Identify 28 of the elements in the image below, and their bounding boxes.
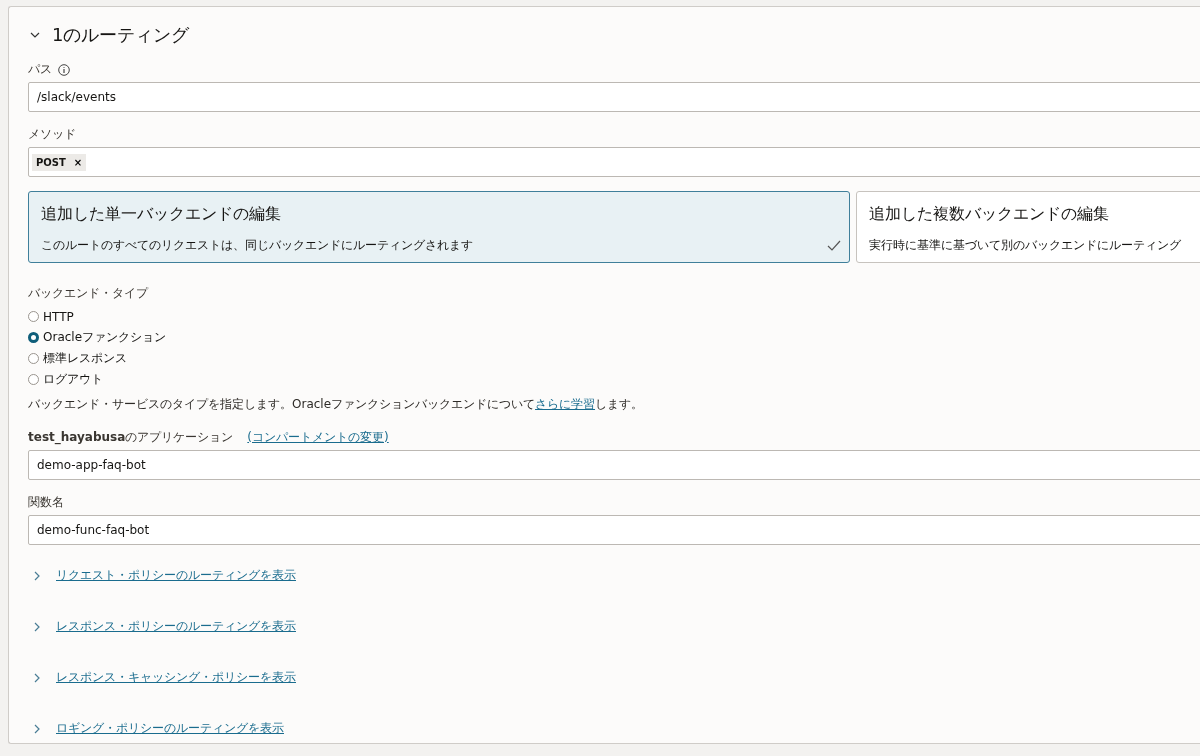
- section-toggle[interactable]: 1のルーティング: [28, 23, 190, 47]
- chevron-down-icon: [30, 30, 40, 40]
- radio-option[interactable]: HTTP: [28, 306, 1200, 327]
- check-icon: [827, 240, 841, 252]
- radio-option[interactable]: 標準レスポンス: [28, 348, 1200, 369]
- field-label: test_hayabusaのアプリケーション: [28, 429, 234, 446]
- input-field[interactable]: POST ×: [28, 147, 1200, 177]
- field-label: バックエンド・タイプ: [28, 285, 148, 302]
- method-tag: POST ×: [32, 153, 87, 171]
- info-icon[interactable]: [58, 63, 70, 76]
- option-card[interactable]: 追加した単一バックエンドの編集 このルートのすべてのリクエストは、同じバックエンドにルーティングされます: [28, 191, 850, 263]
- field-label: 関数名: [28, 494, 64, 511]
- change-compartment-link[interactable]: (コンパートメントの変更): [247, 429, 389, 446]
- radio-option[interactable]: Oracleファンクション: [28, 327, 1200, 348]
- remove-button[interactable]: ×: [73, 156, 83, 168]
- input-field[interactable]: demo-func-faq-bot: [28, 515, 1200, 545]
- help-text: バックエンド・サービスのタイプを指定します。Oracleファンクションバックエンドについてさらに学習 します。: [28, 396, 645, 413]
- field-label: パス: [28, 61, 52, 78]
- input-field[interactable]: /slack/events: [28, 82, 1200, 112]
- policy-link[interactable]: リクエスト・ポリシーのルーティングを表示: [56, 567, 296, 584]
- policy-link[interactable]: ロギング・ポリシーのルーティングを表示: [56, 720, 284, 737]
- learn-more-link[interactable]: さらに学習: [535, 397, 596, 411]
- field-label: メソッド: [28, 126, 76, 143]
- policy-link[interactable]: レスポンス・キャッシング・ポリシーを表示: [56, 669, 296, 686]
- input-field[interactable]: demo-app-faq-bot: [28, 450, 1200, 480]
- radio-option[interactable]: ログアウト: [28, 369, 1200, 390]
- option-card[interactable]: 追加した複数バックエンドの編集 実行時に基準に基づいて別のバックエンドにルーティング: [856, 191, 1200, 263]
- policy-link[interactable]: レスポンス・ポリシーのルーティングを表示: [56, 618, 296, 635]
